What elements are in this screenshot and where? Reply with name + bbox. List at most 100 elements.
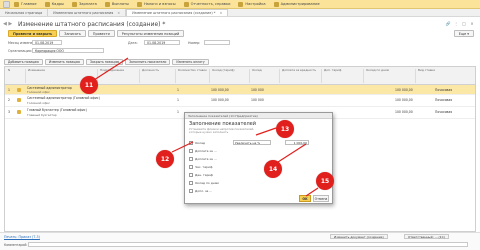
ok-button[interactable]: OK	[299, 195, 311, 202]
maximize-icon[interactable]: □	[460, 20, 468, 27]
home-grid-icon[interactable]	[3, 0, 10, 8]
salary-checkbox[interactable]: ✓	[189, 141, 193, 145]
column-header[interactable]: Вид ставки	[415, 69, 473, 83]
menu-icon	[183, 1, 189, 7]
menu-item-salary[interactable]: Зарплата	[71, 1, 97, 7]
row-number: 2	[8, 98, 10, 102]
page-title: Изменение штатного расписания (создание)…	[18, 21, 166, 28]
menu-icon	[14, 1, 19, 7]
indicator-row: Доплата за ...	[189, 148, 329, 154]
tab-home[interactable]: Начальная страница	[0, 9, 49, 16]
fill-method-select[interactable]: Увеличить на %	[233, 140, 271, 145]
column-header[interactable]: Должность	[139, 69, 173, 83]
author-button[interactable]: Изменить документ (создание)	[330, 234, 388, 239]
number-label: Номер:	[188, 41, 201, 45]
comment-input[interactable]	[28, 242, 468, 247]
nav-arrows-icon[interactable]: ◀ ▶	[3, 21, 12, 27]
dialog-titlebar[interactable]: Заполнение показателей (1С:Предприятие)	[185, 113, 332, 119]
menu-dots-icon[interactable]: ⋮	[452, 20, 460, 27]
column-header[interactable]: Оклад	[249, 69, 277, 83]
indicator-checkbox[interactable]	[189, 189, 193, 193]
favorite-star-icon[interactable]: ☆	[136, 21, 141, 28]
table-header: N Изменение Подразделение Должность Коли…	[5, 67, 475, 85]
post-and-close-button[interactable]: Провести и закрыть	[8, 30, 58, 37]
fill-value-input[interactable]: 1 000,00	[285, 140, 309, 145]
indicator-checkbox[interactable]	[189, 173, 193, 177]
month-field[interactable]: 01.08.2019	[32, 40, 62, 45]
row-position-name: Главный бухгалтер (Головной офис)	[27, 108, 87, 112]
close-position-button[interactable]: Закрыть позицию	[86, 59, 124, 65]
callout-badge-13: 13	[276, 120, 294, 138]
row-salary-new: 100 000	[251, 98, 264, 102]
indicator-row-salary: ✓ Оклад Увеличить на % 1 000,00	[189, 140, 329, 146]
column-header[interactable]: Оклад по дням	[363, 69, 413, 83]
callout-badge-11: 11	[80, 76, 98, 94]
close-icon[interactable]: ×	[468, 20, 476, 27]
menu-item-reports[interactable]: Отчетность, справки	[183, 1, 230, 7]
add-position-button[interactable]: Добавить позицию	[4, 59, 43, 65]
organization-label: Организация:	[8, 49, 32, 53]
tab-staff-changes-list[interactable]: Изменения штатного расписания ×	[48, 9, 127, 16]
menu-item-main[interactable]: Главное	[14, 1, 37, 7]
menu-icon	[71, 1, 77, 7]
position-results-button[interactable]: Результаты изменения позиций	[116, 30, 185, 37]
indicator-row: Допл. за ...	[189, 188, 329, 194]
indicator-row: Оклад по дням	[189, 180, 329, 186]
table-row[interactable]: 2 Системный администратор (Головной офис…	[5, 95, 475, 107]
column-header[interactable]: Подразделение	[97, 69, 137, 83]
row-rate-kind: Почасовая	[435, 88, 453, 92]
cancel-button[interactable]: Отмена	[313, 195, 329, 202]
table-row[interactable]: 1 Системный администратор Головной офис …	[5, 85, 475, 95]
close-icon[interactable]: ×	[117, 11, 120, 15]
indicator-checkbox[interactable]	[189, 165, 193, 169]
open-tabs-bar: Начальная страница Изменения штатного ра…	[0, 9, 480, 17]
tab-staff-change-create[interactable]: Изменение штатного расписания (создание)…	[126, 9, 229, 16]
column-header[interactable]: Количество ставок	[175, 69, 207, 83]
link-icon[interactable]: 🔗	[444, 20, 452, 27]
dialog-description: Установите флажки напротив показателей, …	[189, 127, 255, 135]
column-header[interactable]: N	[6, 69, 16, 83]
indicator-row: Час. тариф	[189, 164, 329, 170]
column-header[interactable]: Доп. тариф	[321, 69, 361, 83]
indicator-label: Час. тариф	[195, 165, 213, 169]
organization-field[interactable]: Корпорация ООО	[32, 48, 104, 53]
save-button[interactable]: Записать	[59, 30, 86, 37]
date-field[interactable]: 01.08.2019	[144, 40, 180, 45]
row-rate: 1	[177, 88, 179, 92]
callout-badge-12: 12	[156, 150, 174, 168]
fill-indicators-dialog: Заполнение показателей (1С:Предприятие) …	[184, 112, 333, 204]
menu-item-admin[interactable]: Администрирование	[273, 1, 320, 7]
fill-indicators-button[interactable]: Заполнить показатели	[125, 59, 171, 65]
new-position-icon	[17, 88, 21, 92]
column-header[interactable]: Доплата за вредность	[279, 69, 319, 83]
menu-item-taxes[interactable]: Налоги и взносы	[136, 1, 176, 7]
close-icon[interactable]: ×	[219, 11, 222, 15]
indicator-checkbox[interactable]	[189, 149, 193, 153]
post-button[interactable]: Провести	[87, 30, 115, 37]
menu-item-settings[interactable]: Настройка	[238, 1, 266, 7]
more-menu-button[interactable]: Еще ▾	[453, 30, 474, 37]
indicator-label: Доплата за ...	[195, 149, 217, 153]
menu-icon	[273, 1, 279, 7]
indicator-checkbox[interactable]	[189, 181, 193, 185]
change-pay-button[interactable]: Изменить оплату	[172, 59, 209, 65]
menu-item-hr[interactable]: Кадры	[44, 1, 64, 7]
number-field[interactable]	[204, 40, 230, 45]
print-order-link[interactable]: Печать: Приказ (Т-3)	[4, 235, 40, 239]
document-toolbar: Провести и закрыть Записать Провести Рез…	[8, 30, 186, 37]
responsible-button[interactable]: Ответственный: ... (1С)	[404, 234, 449, 239]
menu-icon	[238, 1, 244, 7]
column-header[interactable]: Оклад (тариф)	[209, 69, 247, 83]
row-amount: 100 000,00	[395, 110, 413, 114]
menu-icon	[104, 1, 110, 7]
comment-label: Комментарий:	[4, 243, 28, 247]
row-amount: 100 000,00	[395, 88, 413, 92]
window-controls: 🔗 ⋮ □ ×	[444, 20, 476, 27]
indicator-row: Ден. тариф	[189, 172, 329, 178]
indicator-label: Оклад	[195, 141, 206, 145]
row-department: Головной офис	[27, 90, 51, 94]
change-position-button[interactable]: Изменить позицию	[44, 59, 84, 65]
indicator-checkbox[interactable]	[189, 157, 193, 161]
menu-item-payments[interactable]: Выплаты	[104, 1, 129, 7]
row-salary: 100 000,00	[211, 98, 229, 102]
